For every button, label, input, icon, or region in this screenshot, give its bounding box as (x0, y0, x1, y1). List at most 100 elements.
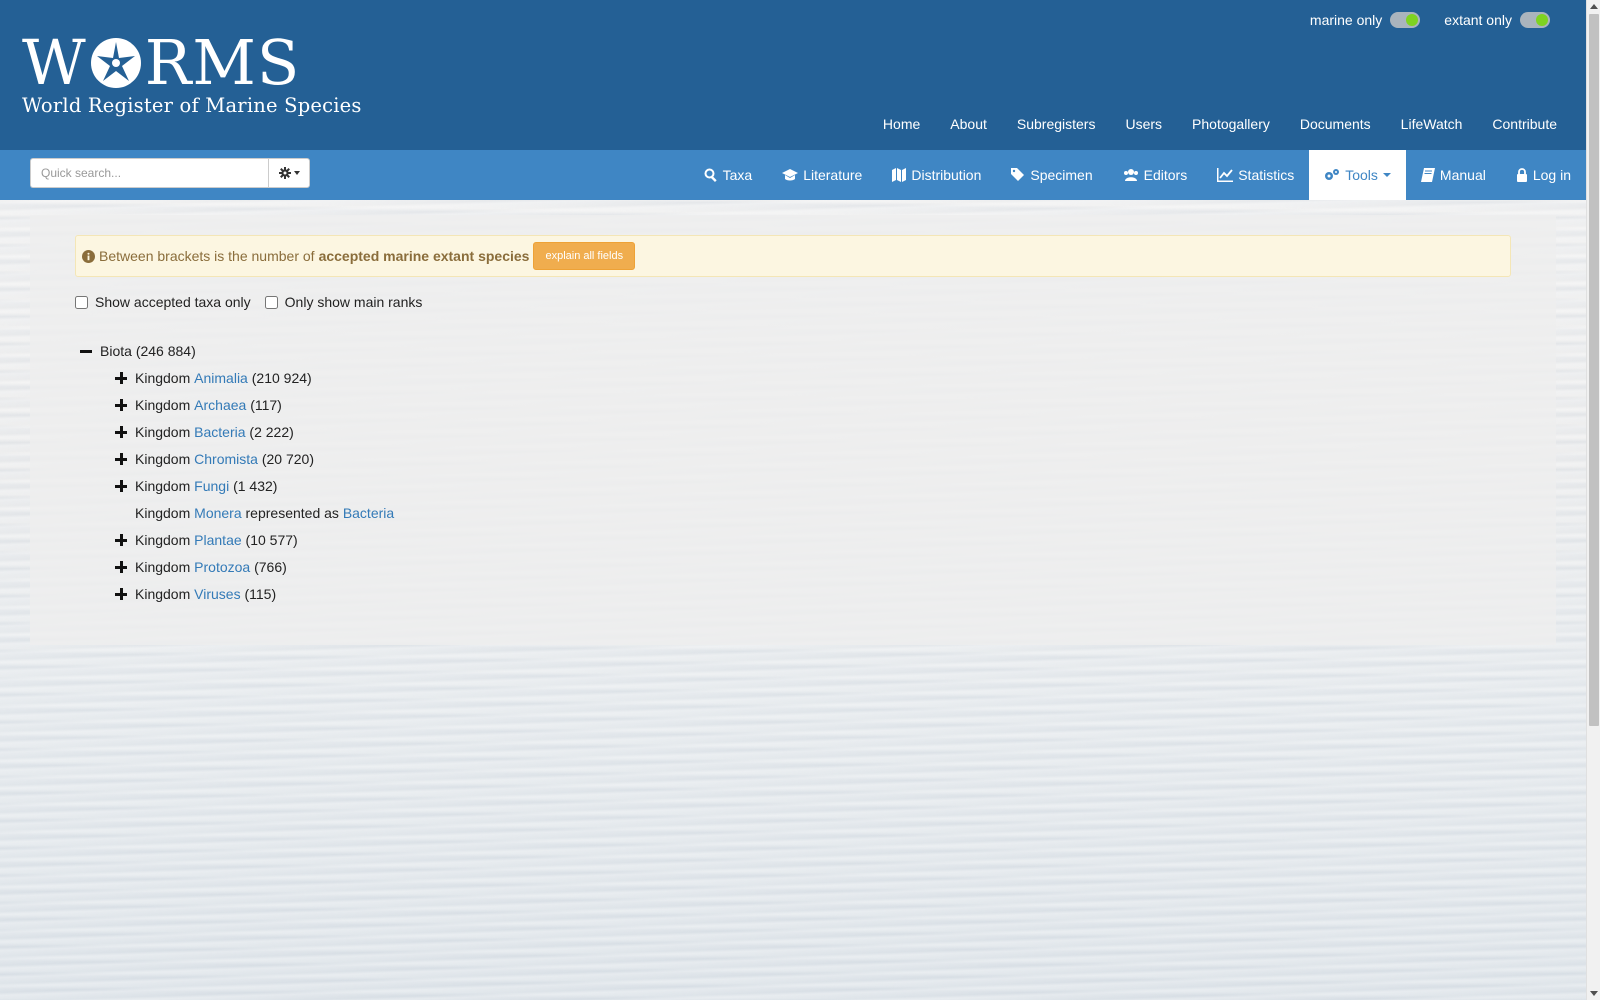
map-icon (892, 168, 907, 182)
taxon-count: (10 577) (245, 531, 298, 548)
logo-title-left: W (22, 26, 87, 99)
nav-label: Statistics (1238, 167, 1295, 183)
nav-label: Specimen (1030, 167, 1093, 183)
sea-star-icon (90, 38, 141, 88)
nav-taxa[interactable]: Taxa (689, 150, 768, 200)
info-alert: Between brackets is the number of accept… (75, 235, 1511, 277)
taxon-link[interactable]: Animalia (194, 370, 248, 386)
extant-only-toggle[interactable]: extant only (1444, 12, 1550, 28)
topnav-documents[interactable]: Documents (1285, 110, 1386, 138)
taxon-count: (117) (250, 396, 282, 413)
rank-label: Kingdom (135, 477, 191, 494)
nav-editors[interactable]: Editors (1108, 150, 1203, 200)
chevron-down-icon (293, 171, 300, 175)
taxon-note: represented as (245, 504, 339, 521)
topnav-contribute[interactable]: Contribute (1477, 110, 1572, 138)
nav-label: Log in (1532, 167, 1571, 183)
rank-label: Kingdom (135, 369, 191, 386)
expand-icon[interactable] (115, 533, 127, 546)
nav-label: Distribution (911, 167, 982, 183)
topnav-home[interactable]: Home (868, 110, 935, 138)
nav-distribution[interactable]: Distribution (877, 150, 996, 200)
logo-subtitle: World Register of Marine Species (22, 94, 362, 117)
taxon-count: (115) (244, 585, 277, 602)
expand-icon[interactable] (115, 587, 127, 600)
topnav-about[interactable]: About (935, 110, 1002, 138)
taxon-count: (2 222) (249, 423, 294, 440)
taxon-link[interactable]: Plantae (194, 532, 241, 548)
topnav-photogallery[interactable]: Photogallery (1177, 110, 1285, 138)
lock-icon (1516, 168, 1527, 182)
checkbox-label: Show accepted taxa only (95, 294, 251, 310)
toggle-label: extant only (1444, 12, 1512, 28)
tree-node-kingdom: Kingdom Monera represented as Bacteria (80, 499, 394, 526)
expand-icon[interactable] (115, 560, 127, 573)
taxon-count: (766) (254, 558, 287, 575)
gear-icon (278, 167, 291, 179)
nav-label: Literature (803, 167, 863, 183)
taxon-link[interactable]: Chromista (194, 451, 258, 467)
search-options-button[interactable] (268, 158, 310, 188)
tree-node-kingdom: Kingdom Fungi (1 432) (80, 472, 394, 499)
taxon-link[interactable]: Archaea (194, 397, 246, 413)
toggle-switch[interactable] (1390, 12, 1421, 28)
nav-login[interactable]: Log in (1501, 150, 1586, 200)
marine-only-toggle[interactable]: marine only (1309, 12, 1421, 28)
info-bold-text: accepted marine extant species (318, 248, 530, 264)
taxon-link[interactable]: Fungi (194, 478, 229, 494)
taxon-link[interactable]: Protozoa (194, 559, 250, 575)
quick-search (30, 158, 310, 188)
worms-logo[interactable]: W RMS World Register of Marine Species (22, 26, 361, 120)
info-icon (82, 249, 95, 263)
toggle-group: marine only extant only (1310, 12, 1550, 28)
main-ranks-option[interactable]: Only show main ranks (264, 294, 423, 310)
nav-tools[interactable]: Tools (1309, 150, 1406, 200)
rank-label: Kingdom (135, 504, 191, 521)
rank-label: Kingdom (135, 531, 191, 548)
tree-node-kingdom: Kingdom Bacteria (2 222) (80, 418, 394, 445)
tree-node-kingdom: Kingdom Animalia (210 924) (80, 364, 394, 391)
tree-node-kingdom: Kingdom Chromista (20 720) (80, 445, 394, 472)
taxon-count: (20 720) (261, 450, 314, 467)
tree-node-kingdom: Kingdom Protozoa (766) (80, 553, 394, 580)
site-header: W RMS World Register of Marine Species m… (0, 0, 1586, 150)
nav-statistics[interactable]: Statistics (1202, 150, 1309, 200)
search-icon (704, 168, 717, 182)
toggle-knob (1536, 14, 1548, 26)
taxon-link[interactable]: Monera (194, 505, 241, 521)
tree-node-kingdom: Kingdom Viruses (115) (80, 580, 394, 607)
explain-all-fields-button[interactable]: explain all fields (533, 242, 636, 270)
expand-icon[interactable] (115, 398, 127, 411)
topnav-lifewatch[interactable]: LifeWatch (1386, 110, 1478, 138)
topnav-subregisters[interactable]: Subregisters (1002, 110, 1111, 138)
page-scrollbar[interactable] (1586, 0, 1600, 1000)
taxon-ref-link[interactable]: Bacteria (343, 505, 394, 521)
graduation-cap-icon (782, 169, 799, 181)
accepted-only-checkbox[interactable] (75, 295, 88, 309)
expand-icon[interactable] (115, 479, 127, 492)
scroll-up-icon[interactable] (1590, 4, 1598, 9)
nav-literature[interactable]: Literature (767, 150, 877, 200)
toggle-label: marine only (1309, 12, 1383, 28)
main-ranks-checkbox[interactable] (264, 295, 278, 309)
rank-label: Kingdom (135, 450, 191, 467)
scrollbar-thumb[interactable] (1589, 14, 1599, 726)
toggle-switch[interactable] (1520, 12, 1550, 28)
expand-icon[interactable] (115, 452, 127, 465)
checkbox-label: Only show main ranks (284, 294, 423, 310)
nav-manual[interactable]: Manual (1406, 150, 1501, 200)
expand-icon[interactable] (115, 425, 127, 438)
expand-icon[interactable] (115, 371, 127, 384)
collapse-icon[interactable] (80, 345, 92, 357)
accepted-only-option[interactable]: Show accepted taxa only (75, 294, 251, 310)
quick-search-input[interactable] (30, 158, 268, 188)
scroll-down-icon[interactable] (1590, 991, 1598, 996)
taxon-count: (246 884) (135, 342, 196, 359)
line-chart-icon (1217, 168, 1234, 182)
nav-specimen[interactable]: Specimen (996, 150, 1107, 200)
taxon-link[interactable]: Bacteria (194, 424, 245, 440)
tree-node-biota: Biota (246 884) (80, 337, 394, 364)
taxon-link[interactable]: Viruses (194, 586, 240, 602)
topnav-users[interactable]: Users (1110, 110, 1177, 138)
users-icon (1123, 169, 1138, 181)
